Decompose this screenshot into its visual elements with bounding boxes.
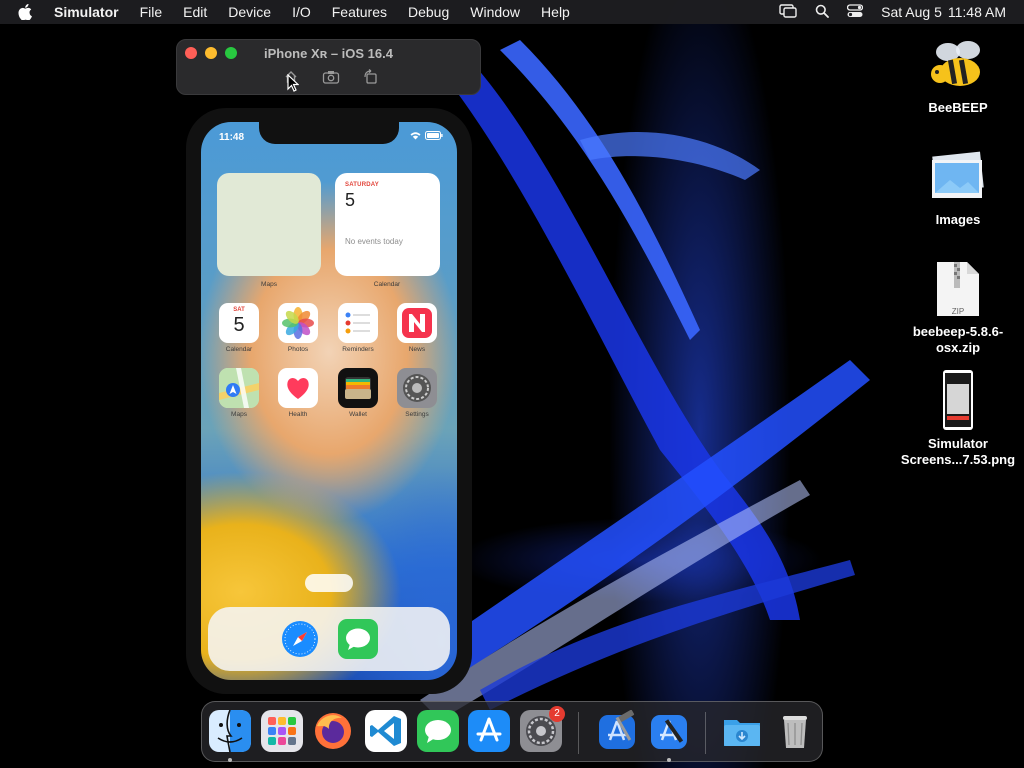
maps-widget-label: Maps xyxy=(261,281,277,288)
calendar-widget[interactable]: SATURDAY 5 No events today xyxy=(335,173,440,276)
rotate-icon[interactable] xyxy=(362,69,380,85)
menu-clock[interactable]: Sat Aug 5 11:48 AM xyxy=(881,4,1006,20)
dock-separator xyxy=(705,712,706,754)
desktop-icon-label: BeeBEEP xyxy=(928,100,988,115)
xcode-icon[interactable] xyxy=(596,709,638,752)
battery-icon xyxy=(425,131,443,140)
messages-icon[interactable] xyxy=(417,710,459,752)
iphone-notch xyxy=(259,122,399,144)
finder-icon[interactable] xyxy=(209,709,251,753)
app-label-health: Health xyxy=(288,411,308,418)
messages-icon[interactable] xyxy=(338,619,378,659)
app-store-icon[interactable] xyxy=(468,710,510,752)
calendar-widget-date: 5 xyxy=(345,190,356,210)
calendar-app-day: SAT xyxy=(233,307,245,313)
downloads-folder-icon[interactable] xyxy=(721,710,763,752)
screen-mirroring-icon[interactable] xyxy=(779,3,797,21)
simulator-window-title: iPhone Xʀ – iOS 16.4 xyxy=(264,46,393,61)
app-label-calendar: Calendar xyxy=(225,346,253,353)
menu-file[interactable]: File xyxy=(140,4,163,20)
maps-app-icon[interactable] xyxy=(219,368,259,408)
zip-file-icon: ZIP xyxy=(935,260,981,318)
finder-running-indicator xyxy=(228,758,232,762)
status-icons xyxy=(410,131,443,140)
mouse-cursor-icon xyxy=(287,74,299,92)
calendar-app-icon[interactable]: SAT 5 xyxy=(219,303,259,343)
spotlight-search-icon[interactable] xyxy=(815,4,830,21)
screenshot-icon[interactable] xyxy=(322,69,340,85)
wallet-app-icon[interactable] xyxy=(338,368,378,408)
desktop-wallpaper xyxy=(420,40,870,720)
ios-dock xyxy=(208,607,450,671)
health-app-icon[interactable] xyxy=(278,368,318,408)
desktop-icon-beebeep[interactable]: BeeBEEP xyxy=(898,38,1018,116)
zip-badge: ZIP xyxy=(951,307,965,316)
menu-time: 11:48 AM xyxy=(947,4,1006,20)
news-app-icon[interactable] xyxy=(397,303,437,343)
desktop-icon-label: Simulator Screens...7.53.png xyxy=(900,436,1016,467)
reminders-app-icon[interactable] xyxy=(338,303,378,343)
wifi-icon xyxy=(410,131,421,139)
macos-dock: 2 xyxy=(201,701,823,762)
desktop-icon-screenshot[interactable]: Simulator Screens...7.53.png xyxy=(898,370,1018,468)
trash-icon[interactable] xyxy=(774,710,816,752)
menu-date: Sat Aug 5 xyxy=(881,4,942,20)
png-file-icon xyxy=(943,370,973,430)
app-label-news: News xyxy=(408,346,426,353)
app-label-maps: Maps xyxy=(231,411,247,418)
app-label-settings: Settings xyxy=(405,411,429,418)
menu-app-name[interactable]: Simulator xyxy=(54,4,119,20)
vscode-icon[interactable] xyxy=(365,710,407,752)
app-label-reminders: Reminders xyxy=(342,346,374,353)
settings-app-icon[interactable] xyxy=(397,368,437,408)
desktop-icon-label: beebeep-5.8.6-osx.zip xyxy=(912,324,1004,355)
maps-widget[interactable] xyxy=(217,173,321,276)
firefox-icon[interactable] xyxy=(312,710,354,752)
menu-edit[interactable]: Edit xyxy=(183,4,207,20)
menu-io[interactable]: I/O xyxy=(292,4,311,20)
app-label-photos: Photos xyxy=(287,346,309,353)
iphone-screen[interactable]: 11:48 Maps SATURDAY 5 No events today Ca… xyxy=(201,122,457,680)
calendar-widget-day: SATURDAY xyxy=(345,182,379,188)
photos-app-icon[interactable] xyxy=(278,303,318,343)
bee-icon xyxy=(926,38,990,94)
desktop-icon-images[interactable]: Images xyxy=(898,150,1018,228)
launchpad-icon[interactable] xyxy=(261,710,303,752)
desktop-icon-zip[interactable]: ZIP beebeep-5.8.6-osx.zip xyxy=(898,260,1018,356)
menu-help[interactable]: Help xyxy=(541,4,570,20)
xcode-running-indicator xyxy=(667,758,671,762)
menu-window[interactable]: Window xyxy=(470,4,520,20)
calendar-app-date: 5 xyxy=(233,314,245,336)
apple-menu-icon[interactable] xyxy=(18,4,34,21)
xcode-instruments-icon[interactable] xyxy=(648,710,690,752)
dock-separator xyxy=(578,712,579,754)
control-center-icon[interactable] xyxy=(847,3,864,21)
page-indicator[interactable] xyxy=(305,574,353,592)
calendar-widget-events: No events today xyxy=(345,237,403,246)
calendar-widget-label: Calendar xyxy=(373,281,401,288)
menu-features[interactable]: Features xyxy=(332,4,387,20)
image-folder-icon xyxy=(928,150,988,206)
status-time: 11:48 xyxy=(219,132,245,143)
menu-device[interactable]: Device xyxy=(228,4,271,20)
app-label-wallet: Wallet xyxy=(349,411,367,418)
safari-icon[interactable] xyxy=(280,619,320,659)
settings-notification-badge: 2 xyxy=(549,706,565,722)
desktop-icon-label: Images xyxy=(935,212,981,227)
menu-debug[interactable]: Debug xyxy=(408,4,449,20)
simulator-window-titlebar: iPhone Xʀ – iOS 16.4 xyxy=(176,39,481,95)
menu-bar: Simulator File Edit Device I/O Features … xyxy=(0,0,1024,24)
